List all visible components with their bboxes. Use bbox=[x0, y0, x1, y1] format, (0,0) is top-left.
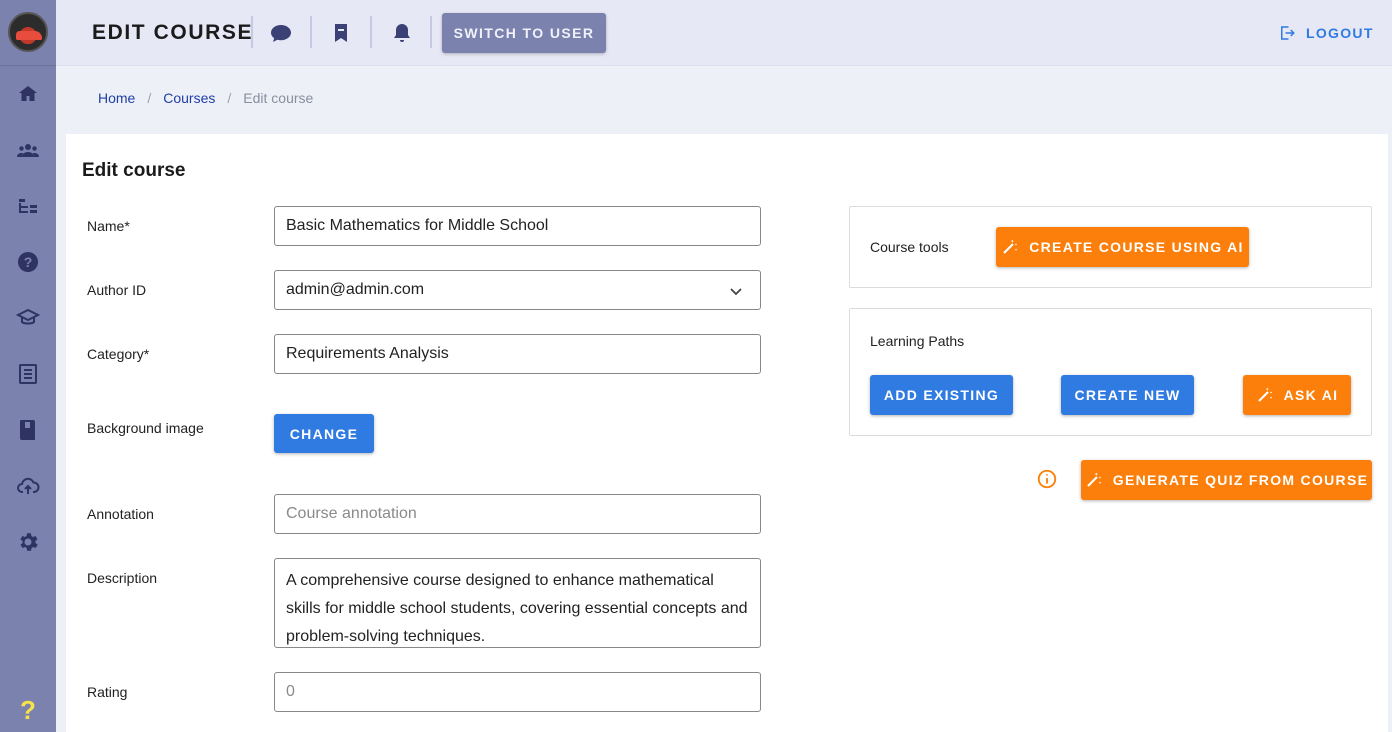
course-tools-panel: Course tools CREATE COURSE USING AI bbox=[849, 206, 1372, 288]
logout-label: LOGOUT bbox=[1306, 25, 1374, 41]
form-title: Edit course bbox=[82, 160, 186, 181]
bell-icon[interactable] bbox=[390, 21, 414, 45]
create-course-ai-button[interactable]: CREATE COURSE USING AI bbox=[996, 227, 1249, 267]
avatar[interactable] bbox=[8, 12, 48, 52]
breadcrumb-courses[interactable]: Courses bbox=[163, 90, 215, 106]
magic-wand-icon bbox=[1003, 239, 1018, 254]
sidebar: ? ? bbox=[0, 0, 56, 732]
ask-ai-label: ASK AI bbox=[1283, 387, 1339, 403]
background-image-label: Background image bbox=[87, 420, 204, 436]
breadcrumb-separator: / bbox=[147, 90, 152, 106]
rating-label: Rating bbox=[87, 684, 128, 700]
edit-course-card: Edit course Name* Basic Mathematics for … bbox=[66, 134, 1388, 732]
sidebar-avatar-area bbox=[0, 0, 56, 66]
gear-icon[interactable] bbox=[16, 530, 40, 554]
author-select[interactable]: admin@admin.com bbox=[274, 270, 761, 310]
breadcrumb: Home / Courses / Edit course bbox=[98, 90, 313, 106]
annotation-label: Annotation bbox=[87, 506, 154, 522]
users-icon[interactable] bbox=[16, 139, 40, 163]
help-circle-icon[interactable]: ? bbox=[16, 250, 40, 274]
ask-ai-button[interactable]: ASK AI bbox=[1243, 375, 1351, 415]
author-value: admin@admin.com bbox=[286, 281, 425, 298]
list-icon[interactable] bbox=[16, 362, 40, 386]
home-icon[interactable] bbox=[16, 82, 40, 106]
learning-paths-panel: Learning Paths ADD EXISTING CREATE NEW A… bbox=[849, 308, 1372, 436]
create-new-button[interactable]: CREATE NEW bbox=[1061, 375, 1194, 415]
divider bbox=[251, 16, 253, 48]
create-course-ai-label: CREATE COURSE USING AI bbox=[1029, 239, 1244, 255]
divider bbox=[430, 16, 432, 48]
category-input[interactable]: Requirements Analysis bbox=[274, 334, 761, 374]
book-icon[interactable] bbox=[16, 418, 40, 442]
page-title: EDIT COURSE bbox=[92, 21, 254, 44]
description-textarea[interactable]: A comprehensive course designed to enhan… bbox=[274, 558, 761, 648]
help-icon[interactable]: ? bbox=[16, 696, 40, 724]
add-existing-button[interactable]: ADD EXISTING bbox=[870, 375, 1013, 415]
magic-wand-icon bbox=[1087, 472, 1102, 487]
logout-icon bbox=[1281, 26, 1295, 40]
course-tools-label: Course tools bbox=[870, 239, 949, 255]
switch-to-user-button[interactable]: SWITCH TO USER bbox=[442, 13, 606, 53]
top-bar: EDIT COURSE SWITCH TO USER LOGOUT bbox=[56, 0, 1392, 66]
chat-icon[interactable] bbox=[269, 21, 293, 45]
category-label: Category* bbox=[87, 346, 150, 362]
divider bbox=[310, 16, 312, 48]
graduation-icon[interactable] bbox=[16, 306, 40, 330]
breadcrumb-separator: / bbox=[227, 90, 232, 106]
breadcrumb-current: Edit course bbox=[243, 90, 314, 106]
learning-paths-label: Learning Paths bbox=[870, 333, 965, 349]
author-label: Author ID bbox=[87, 282, 147, 298]
name-label: Name* bbox=[87, 218, 130, 234]
logout-button[interactable]: LOGOUT bbox=[1278, 22, 1374, 44]
info-icon[interactable] bbox=[1036, 468, 1058, 490]
annotation-input[interactable]: Course annotation bbox=[274, 494, 761, 534]
description-label: Description bbox=[87, 570, 158, 586]
generate-quiz-label: GENERATE QUIZ FROM COURSE bbox=[1112, 472, 1369, 488]
chevron-down-icon bbox=[728, 283, 744, 299]
generate-quiz-button[interactable]: GENERATE QUIZ FROM COURSE bbox=[1081, 460, 1372, 500]
rating-input[interactable]: 0 bbox=[274, 672, 761, 712]
divider bbox=[370, 16, 372, 48]
name-input[interactable]: Basic Mathematics for Middle School bbox=[274, 206, 761, 246]
magic-wand-icon bbox=[1257, 387, 1272, 402]
svg-text:?: ? bbox=[24, 254, 33, 270]
bookmark-icon[interactable] bbox=[329, 21, 353, 45]
tree-icon[interactable] bbox=[16, 195, 40, 219]
change-image-button[interactable]: CHANGE bbox=[274, 414, 374, 453]
cloud-upload-icon[interactable] bbox=[16, 474, 40, 498]
breadcrumb-home[interactable]: Home bbox=[98, 90, 135, 106]
